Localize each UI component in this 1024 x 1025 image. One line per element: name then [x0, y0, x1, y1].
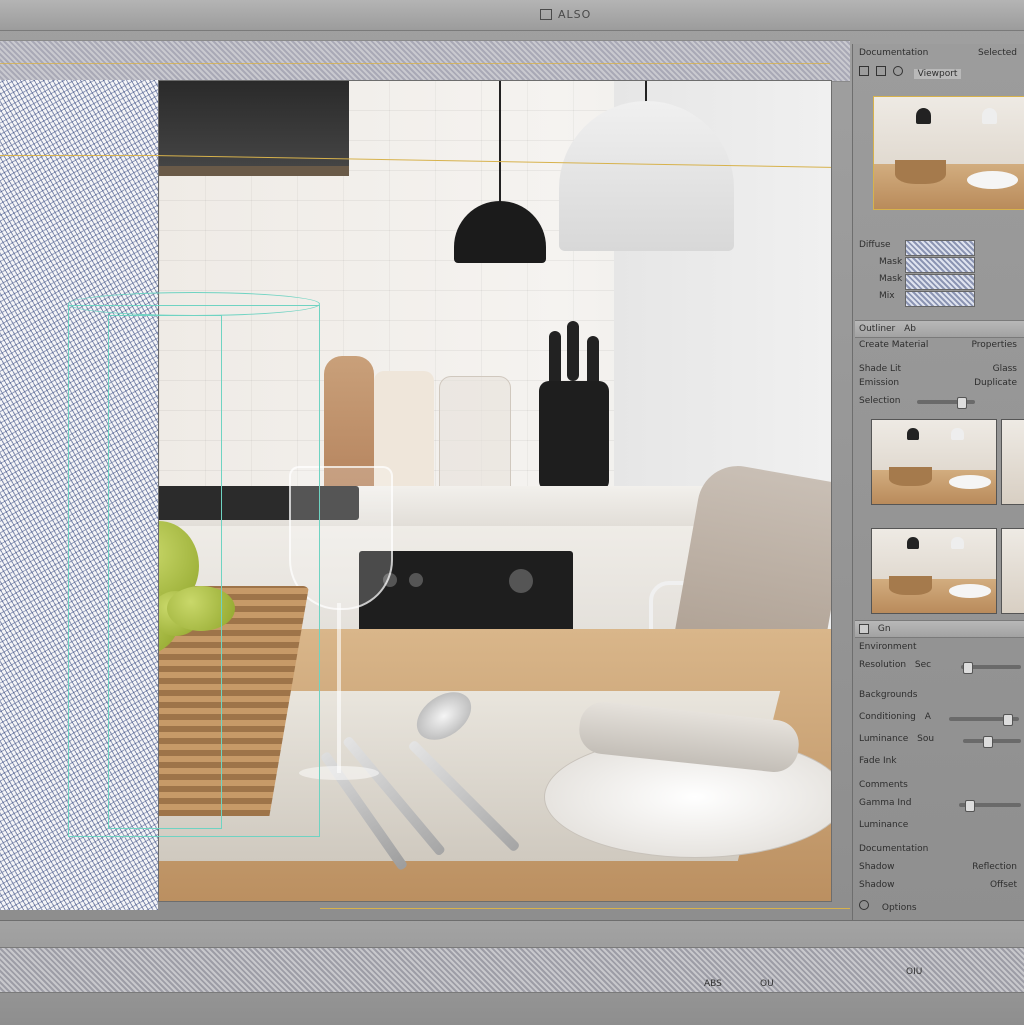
swatch-label: Mix	[879, 291, 895, 301]
camera-icon[interactable]	[875, 66, 886, 76]
glass-jar	[439, 376, 511, 498]
guide-line	[0, 155, 160, 156]
texture-swatch[interactable]	[905, 274, 975, 290]
grid-icon[interactable]	[859, 66, 869, 76]
thumb-basket	[895, 159, 946, 185]
footer-row[interactable]: Options	[859, 900, 1021, 914]
tab-viewport[interactable]: Viewport	[913, 69, 962, 79]
render-row[interactable]: Backgrounds	[859, 690, 1021, 704]
timeline-panel: ABS OU OIU	[0, 920, 1024, 1025]
thumb-lamp	[982, 108, 997, 124]
render-slider[interactable]	[949, 714, 1019, 726]
lamp-cord	[499, 81, 501, 206]
title-bar: ALSO	[0, 0, 1024, 31]
guide-line	[320, 908, 850, 909]
footer-row[interactable]: Shadow Offset	[859, 880, 1021, 894]
render-preview[interactable]	[873, 96, 1024, 210]
window-title: ALSO	[558, 8, 592, 21]
render-row[interactable]: Luminance	[859, 820, 1021, 834]
material-row[interactable]: Emission Duplicate	[859, 378, 1021, 392]
texture-swatch[interactable]	[905, 291, 975, 307]
timeline-label: OIU	[906, 967, 923, 977]
selection-gizmo-inner[interactable]	[108, 315, 222, 829]
footer-row[interactable]: Shadow Reflection	[859, 862, 1021, 876]
render-row[interactable]: Environment	[859, 642, 1021, 656]
thumb-plate	[967, 170, 1018, 189]
material-slider[interactable]	[917, 397, 975, 409]
render-slider[interactable]	[959, 800, 1021, 812]
swatch-label: Mask	[879, 257, 903, 267]
toolbar-strip[interactable]	[0, 40, 850, 82]
swatch-label: Mask	[879, 274, 903, 284]
range-hood	[159, 81, 349, 166]
gizmo-ring[interactable]	[68, 292, 320, 316]
footer-row[interactable]: Documentation	[859, 844, 1021, 858]
properties-panel: Documentation Selected Viewport Diffuse …	[852, 44, 1024, 920]
guide-line	[0, 63, 830, 64]
checkbox[interactable]	[859, 623, 869, 634]
section-header-render[interactable]: Gn	[855, 620, 1024, 638]
texture-swatch[interactable]	[905, 240, 975, 256]
section-header-outliner[interactable]: Outliner Ab	[855, 320, 1024, 338]
hood-trim	[159, 166, 349, 176]
material-row[interactable]: Create Material Properties	[859, 340, 1021, 354]
thumb-lamp	[916, 108, 931, 124]
light-icon[interactable]	[892, 66, 903, 76]
render-row[interactable]: Comments	[859, 780, 1021, 794]
settings-icon[interactable]	[859, 900, 869, 910]
timeline-track[interactable]	[0, 947, 1024, 993]
utensil-holder	[539, 381, 609, 491]
panel-header-title: Documentation	[859, 48, 929, 58]
swatch-label: Diffuse	[859, 240, 891, 250]
utensil	[567, 321, 579, 381]
oven-knob	[409, 573, 423, 587]
app-window: ALSO Documentation Selected Viewport Dif…	[0, 0, 1024, 1025]
texture-swatch[interactable]	[905, 257, 975, 273]
render-row[interactable]: Fade Ink	[859, 756, 1021, 770]
timeline-label: OU	[760, 979, 774, 989]
preset-thumbnail[interactable]	[871, 419, 997, 505]
panel-header-mode[interactable]: Selected	[978, 48, 1017, 58]
timeline-label: ABS	[704, 979, 722, 989]
render-slider[interactable]	[963, 736, 1021, 748]
preset-thumbnail[interactable]	[1001, 528, 1024, 614]
oven-knob	[509, 569, 533, 593]
wine-glass-stem	[337, 603, 341, 773]
render-slider[interactable]	[961, 662, 1021, 674]
material-row[interactable]: Shade Lit Glass	[859, 364, 1021, 378]
preset-thumbnail[interactable]	[871, 528, 997, 614]
preset-thumbnail[interactable]	[1001, 419, 1024, 505]
